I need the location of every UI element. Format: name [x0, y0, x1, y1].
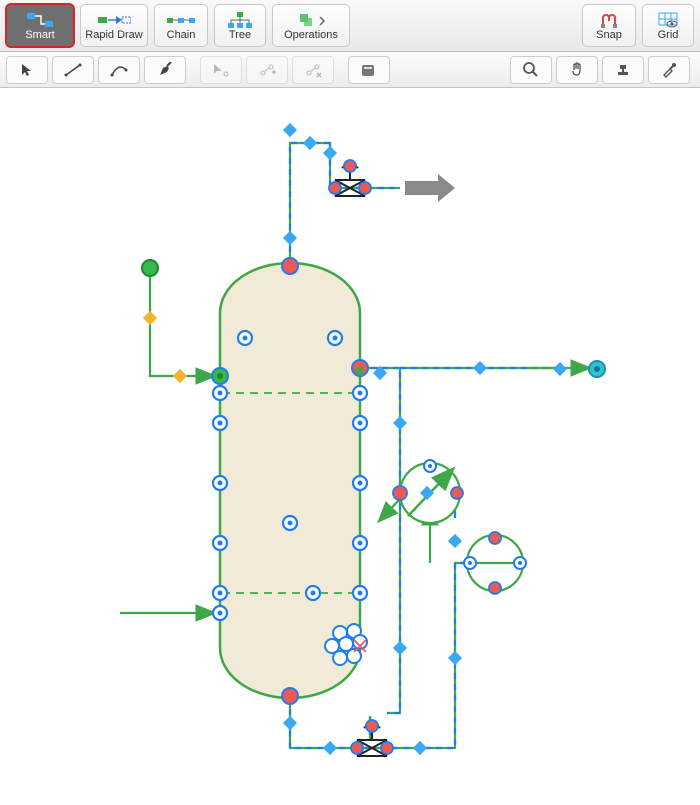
line-tool[interactable]: [52, 56, 94, 84]
toolbar-spacer: [356, 4, 576, 47]
operations-label: Operations: [284, 29, 338, 41]
smart-label: Smart: [25, 29, 54, 41]
grid-label: Grid: [658, 29, 679, 41]
rapid-label: Rapid Draw: [85, 29, 142, 41]
grid-icon: [649, 11, 687, 29]
exchanger-2[interactable]: [464, 532, 526, 594]
library-tool[interactable]: [348, 56, 390, 84]
tree-button[interactable]: Tree: [214, 4, 266, 47]
operations-button[interactable]: Operations: [272, 4, 350, 47]
diagram-canvas[interactable]: [0, 88, 700, 805]
pointer-tool[interactable]: [6, 56, 48, 84]
pan-tool[interactable]: [556, 56, 598, 84]
pid-diagram: [0, 88, 700, 805]
tree-icon: [221, 11, 259, 29]
grid-button[interactable]: Grid: [642, 4, 694, 47]
operations-icon: [292, 11, 330, 29]
valve-top[interactable]: [329, 160, 371, 196]
pen-tool[interactable]: [144, 56, 186, 84]
snap-button[interactable]: Snap: [582, 4, 636, 47]
snap-label: Snap: [596, 29, 622, 41]
main-toolbar: Smart Rapid Draw Chain Tree Operations S…: [0, 0, 700, 52]
source-node[interactable]: [142, 260, 158, 276]
output-arrow[interactable]: [405, 174, 455, 202]
edit-point-tool[interactable]: [200, 56, 242, 84]
snap-icon: [590, 11, 628, 29]
smart-connector-icon: [21, 11, 59, 29]
rapid-draw-button[interactable]: Rapid Draw: [80, 4, 148, 47]
valve-bottom[interactable]: [351, 720, 393, 756]
sub-toolbar: [0, 52, 700, 88]
zoom-tool[interactable]: [510, 56, 552, 84]
remove-point-tool[interactable]: [292, 56, 334, 84]
tree-label: Tree: [229, 29, 251, 41]
chain-label: Chain: [167, 29, 196, 41]
stamp-tool[interactable]: [602, 56, 644, 84]
smart-button[interactable]: Smart: [6, 4, 74, 47]
chain-button[interactable]: Chain: [154, 4, 208, 47]
rapid-draw-icon: [95, 11, 133, 29]
eyedropper-tool[interactable]: [648, 56, 690, 84]
curve-tool[interactable]: [98, 56, 140, 84]
chain-icon: [162, 11, 200, 29]
add-point-tool[interactable]: [246, 56, 288, 84]
